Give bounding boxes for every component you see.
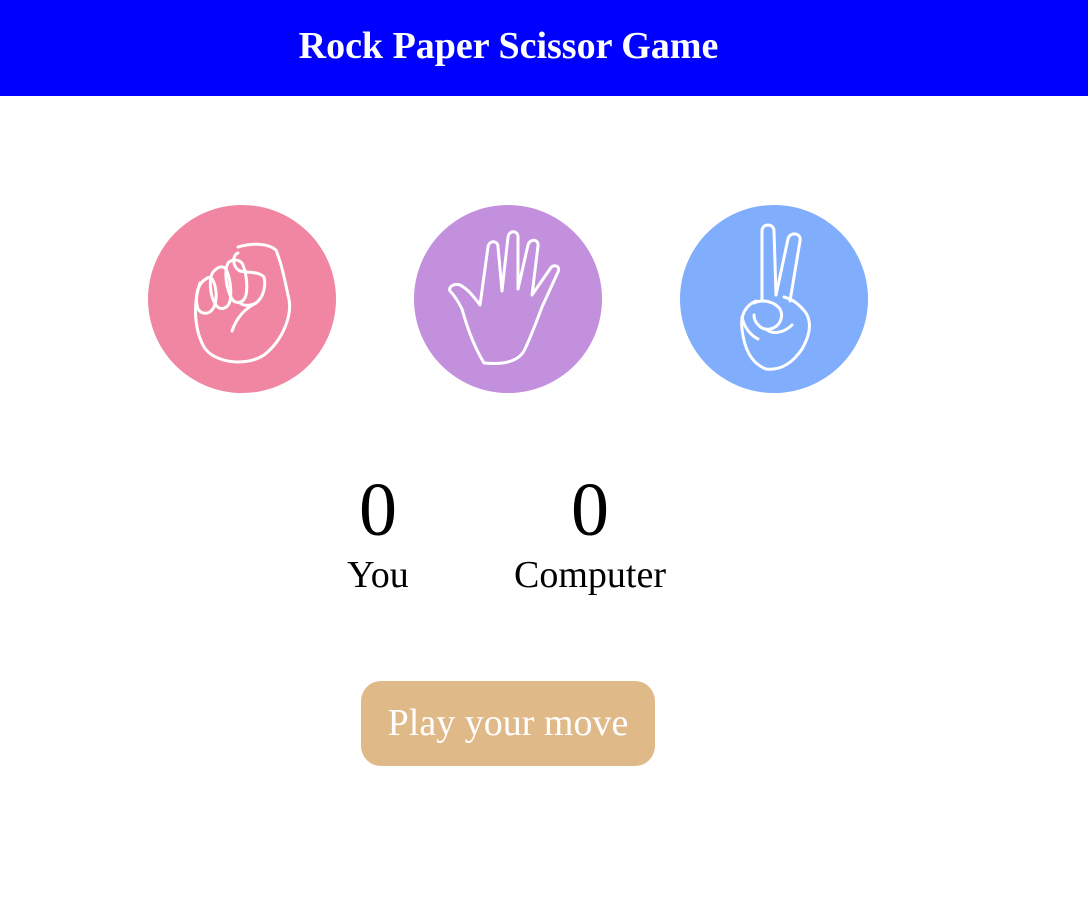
open-hand-icon <box>448 230 561 365</box>
scissors-choice[interactable] <box>680 205 868 393</box>
user-score: 0 You <box>318 465 438 597</box>
computer-score-label: Computer <box>514 554 666 596</box>
user-score-value: 0 <box>359 468 397 552</box>
header-bar: Rock Paper Scissor Game <box>0 0 1088 96</box>
fist-icon <box>193 242 291 364</box>
rock-choice[interactable] <box>148 205 336 393</box>
peace-sign-icon <box>740 223 811 371</box>
page-title: Rock Paper Scissor Game <box>298 25 719 67</box>
user-score-label: You <box>347 554 409 596</box>
computer-score: 0 Computer <box>500 465 680 597</box>
paper-choice[interactable] <box>414 205 602 393</box>
computer-score-value: 0 <box>571 468 609 552</box>
message-button[interactable]: Play your move <box>361 681 655 766</box>
